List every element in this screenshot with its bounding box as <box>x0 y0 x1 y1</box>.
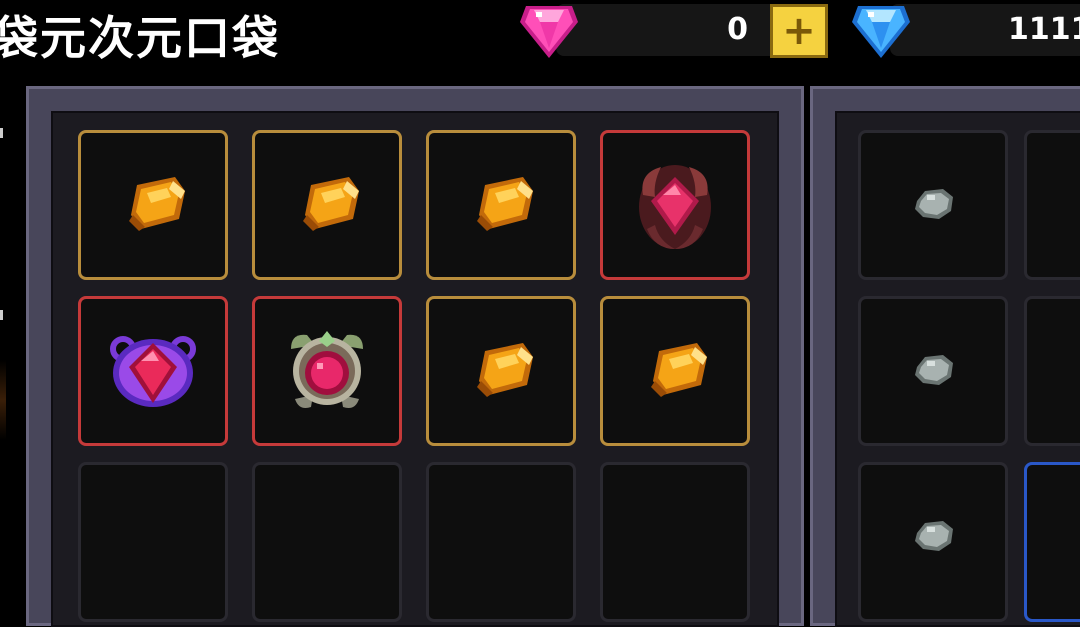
side-tab-marker <box>0 128 3 138</box>
pink-gem-value: 0 <box>727 12 748 47</box>
inventory-slot[interactable] <box>78 296 228 446</box>
gray-stone-icon <box>915 189 953 219</box>
material-slot[interactable] <box>858 296 1008 446</box>
blue-gem-counter: 11114 <box>890 4 1080 56</box>
add-pink-gem-button[interactable]: + <box>770 4 828 58</box>
side-tab-glow <box>0 360 6 440</box>
red-dragon-egg-icon <box>639 165 711 249</box>
gold-scroll-icon <box>303 177 359 231</box>
inventory-slot-empty[interactable] <box>600 462 750 622</box>
gold-scroll-icon <box>477 343 533 397</box>
material-slot[interactable] <box>1024 462 1080 622</box>
inventory-slot[interactable] <box>600 296 750 446</box>
blue-gem-value: 11114 <box>1008 12 1080 47</box>
side-tab-marker <box>0 310 3 320</box>
inventory-slot-empty[interactable] <box>78 462 228 622</box>
material-slot[interactable] <box>1024 296 1080 446</box>
material-slot[interactable] <box>1024 130 1080 280</box>
material-slot[interactable] <box>858 130 1008 280</box>
inventory-slot-empty[interactable] <box>426 462 576 622</box>
gold-scroll-icon <box>477 177 533 231</box>
inventory-slot[interactable] <box>600 130 750 280</box>
inventory-slot-empty[interactable] <box>252 462 402 622</box>
inventory-slot[interactable] <box>78 130 228 280</box>
gray-stone-icon <box>1027 299 1080 443</box>
gold-scroll-icon <box>651 343 707 397</box>
gold-scroll-icon <box>129 177 185 231</box>
plus-icon: + <box>782 8 816 54</box>
blue-gem-icon <box>852 6 910 58</box>
inventory-slot[interactable] <box>426 130 576 280</box>
purple-ruby-amulet-icon <box>110 336 196 407</box>
inventory-slot[interactable] <box>252 130 402 280</box>
gray-stone-icon <box>1027 133 1080 277</box>
gray-stone-icon <box>915 355 953 385</box>
inventory-slot[interactable] <box>252 296 402 446</box>
material-slot[interactable] <box>858 462 1008 622</box>
gray-stone-icon <box>915 521 953 551</box>
pink-gem-icon <box>520 6 578 58</box>
pink-gem-counter: 0 <box>556 4 778 56</box>
inventory-slot[interactable] <box>426 296 576 446</box>
silver-ruby-amulet-icon <box>291 331 363 408</box>
page-title: 袋元次元口袋 <box>0 11 280 65</box>
